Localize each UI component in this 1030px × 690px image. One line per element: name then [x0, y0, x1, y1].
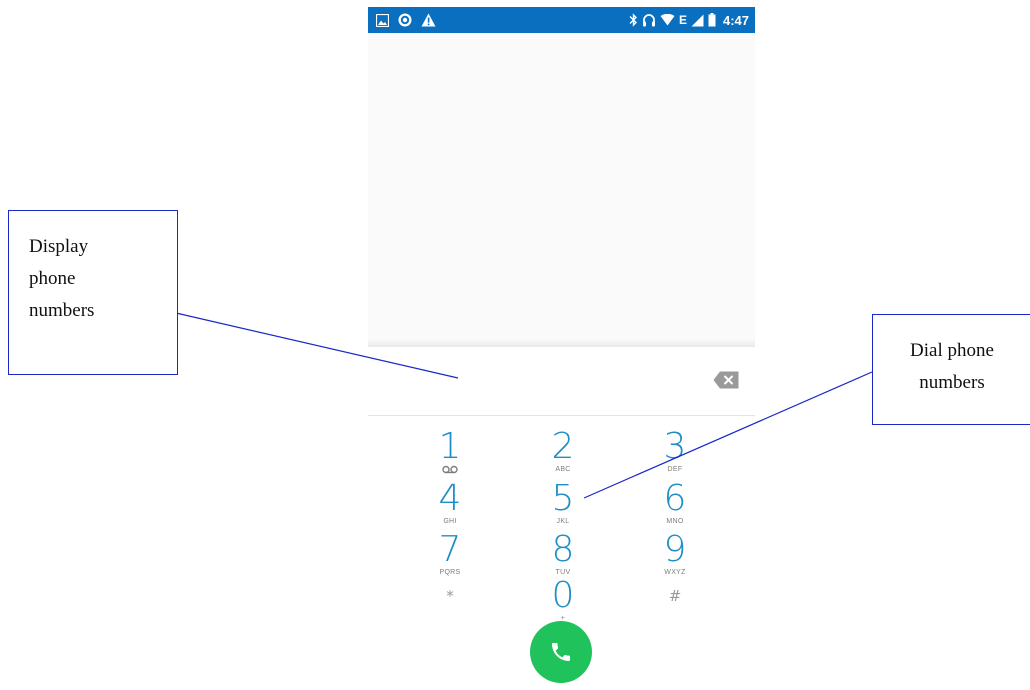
key-1[interactable]: 1 [405, 429, 495, 481]
key-7-digit: 7 [438, 529, 462, 570]
warning-icon [421, 13, 436, 27]
callout-line: numbers [919, 372, 985, 393]
key-5-letters: JKL [556, 518, 570, 525]
key-7[interactable]: 7 PQRS [405, 532, 495, 584]
network-type-label: E [678, 13, 687, 27]
backspace-icon[interactable] [713, 371, 739, 389]
key-hash-symbol: # [668, 587, 682, 605]
phone-handset-icon [552, 643, 570, 661]
dial-numbers-callout-text: Dial phone numbers [873, 335, 1030, 399]
key-9-letters: WXYZ [664, 569, 686, 576]
key-4[interactable]: 4 GHI [405, 481, 495, 533]
key-9-digit: 9 [663, 529, 687, 570]
callout-line: Dial phone [910, 340, 994, 361]
headset-icon [642, 13, 656, 27]
digits-display-row [368, 347, 755, 415]
key-8-digit: 8 [551, 529, 575, 570]
key-4-letters: GHI [443, 518, 457, 525]
key-1-digit: 1 [438, 426, 462, 467]
phone-number-field[interactable] [384, 367, 688, 397]
call-button[interactable] [530, 621, 592, 683]
gallery-notification-icon [376, 13, 389, 27]
key-star-symbol: * [446, 587, 454, 605]
status-bar: E 4:47 [368, 7, 755, 33]
phone-screen: E 4:47 1 2 ABC 3 DEF 4 GHI 5 JKL 6 MNO 7… [368, 7, 755, 690]
key-2-letters: ABC [555, 466, 571, 473]
status-bar-notifications [376, 12, 436, 28]
status-bar-clock: 4:47 [722, 12, 749, 28]
callout-line: phone [29, 268, 76, 289]
key-7-letters: PQRS [439, 569, 461, 576]
key-6-digit: 6 [663, 478, 687, 519]
battery-icon [708, 13, 716, 27]
app-notification-icon [398, 13, 412, 27]
key-6-letters: MNO [666, 518, 684, 525]
key-0-digit: 0 [551, 575, 575, 616]
dialpad-top-shadow [368, 339, 755, 347]
status-bar-system-icons: E 4:47 [629, 11, 749, 29]
key-6[interactable]: 6 MNO [630, 481, 720, 533]
dial-numbers-callout: Dial phone numbers [872, 314, 1030, 425]
display-numbers-callout: Display phone numbers [8, 210, 178, 375]
key-4-digit: 4 [438, 478, 462, 519]
manual-page: E 4:47 1 2 ABC 3 DEF 4 GHI 5 JKL 6 MNO 7… [0, 0, 1030, 690]
display-numbers-callout-text: Display phone numbers [29, 231, 169, 327]
key-5-digit: 5 [551, 478, 575, 519]
key-3[interactable]: 3 DEF [630, 429, 720, 481]
key-hash[interactable]: # [630, 586, 720, 638]
key-2[interactable]: 2 ABC [518, 429, 608, 481]
key-3-letters: DEF [667, 466, 683, 473]
callout-line: Display [29, 236, 89, 257]
wifi-icon [660, 14, 675, 26]
bluetooth-icon [629, 13, 638, 27]
key-star[interactable]: * [405, 586, 495, 638]
key-3-digit: 3 [663, 426, 687, 467]
dialpad: 1 2 ABC 3 DEF 4 GHI 5 JKL 6 MNO 7 PQRS 8… [368, 416, 755, 690]
cell-signal-icon [691, 14, 704, 27]
key-2-digit: 2 [551, 426, 575, 467]
key-5[interactable]: 5 JKL [518, 481, 608, 533]
callout-line: numbers [29, 300, 95, 321]
key-9[interactable]: 9 WXYZ [630, 532, 720, 584]
dialer-content-area [368, 33, 755, 342]
